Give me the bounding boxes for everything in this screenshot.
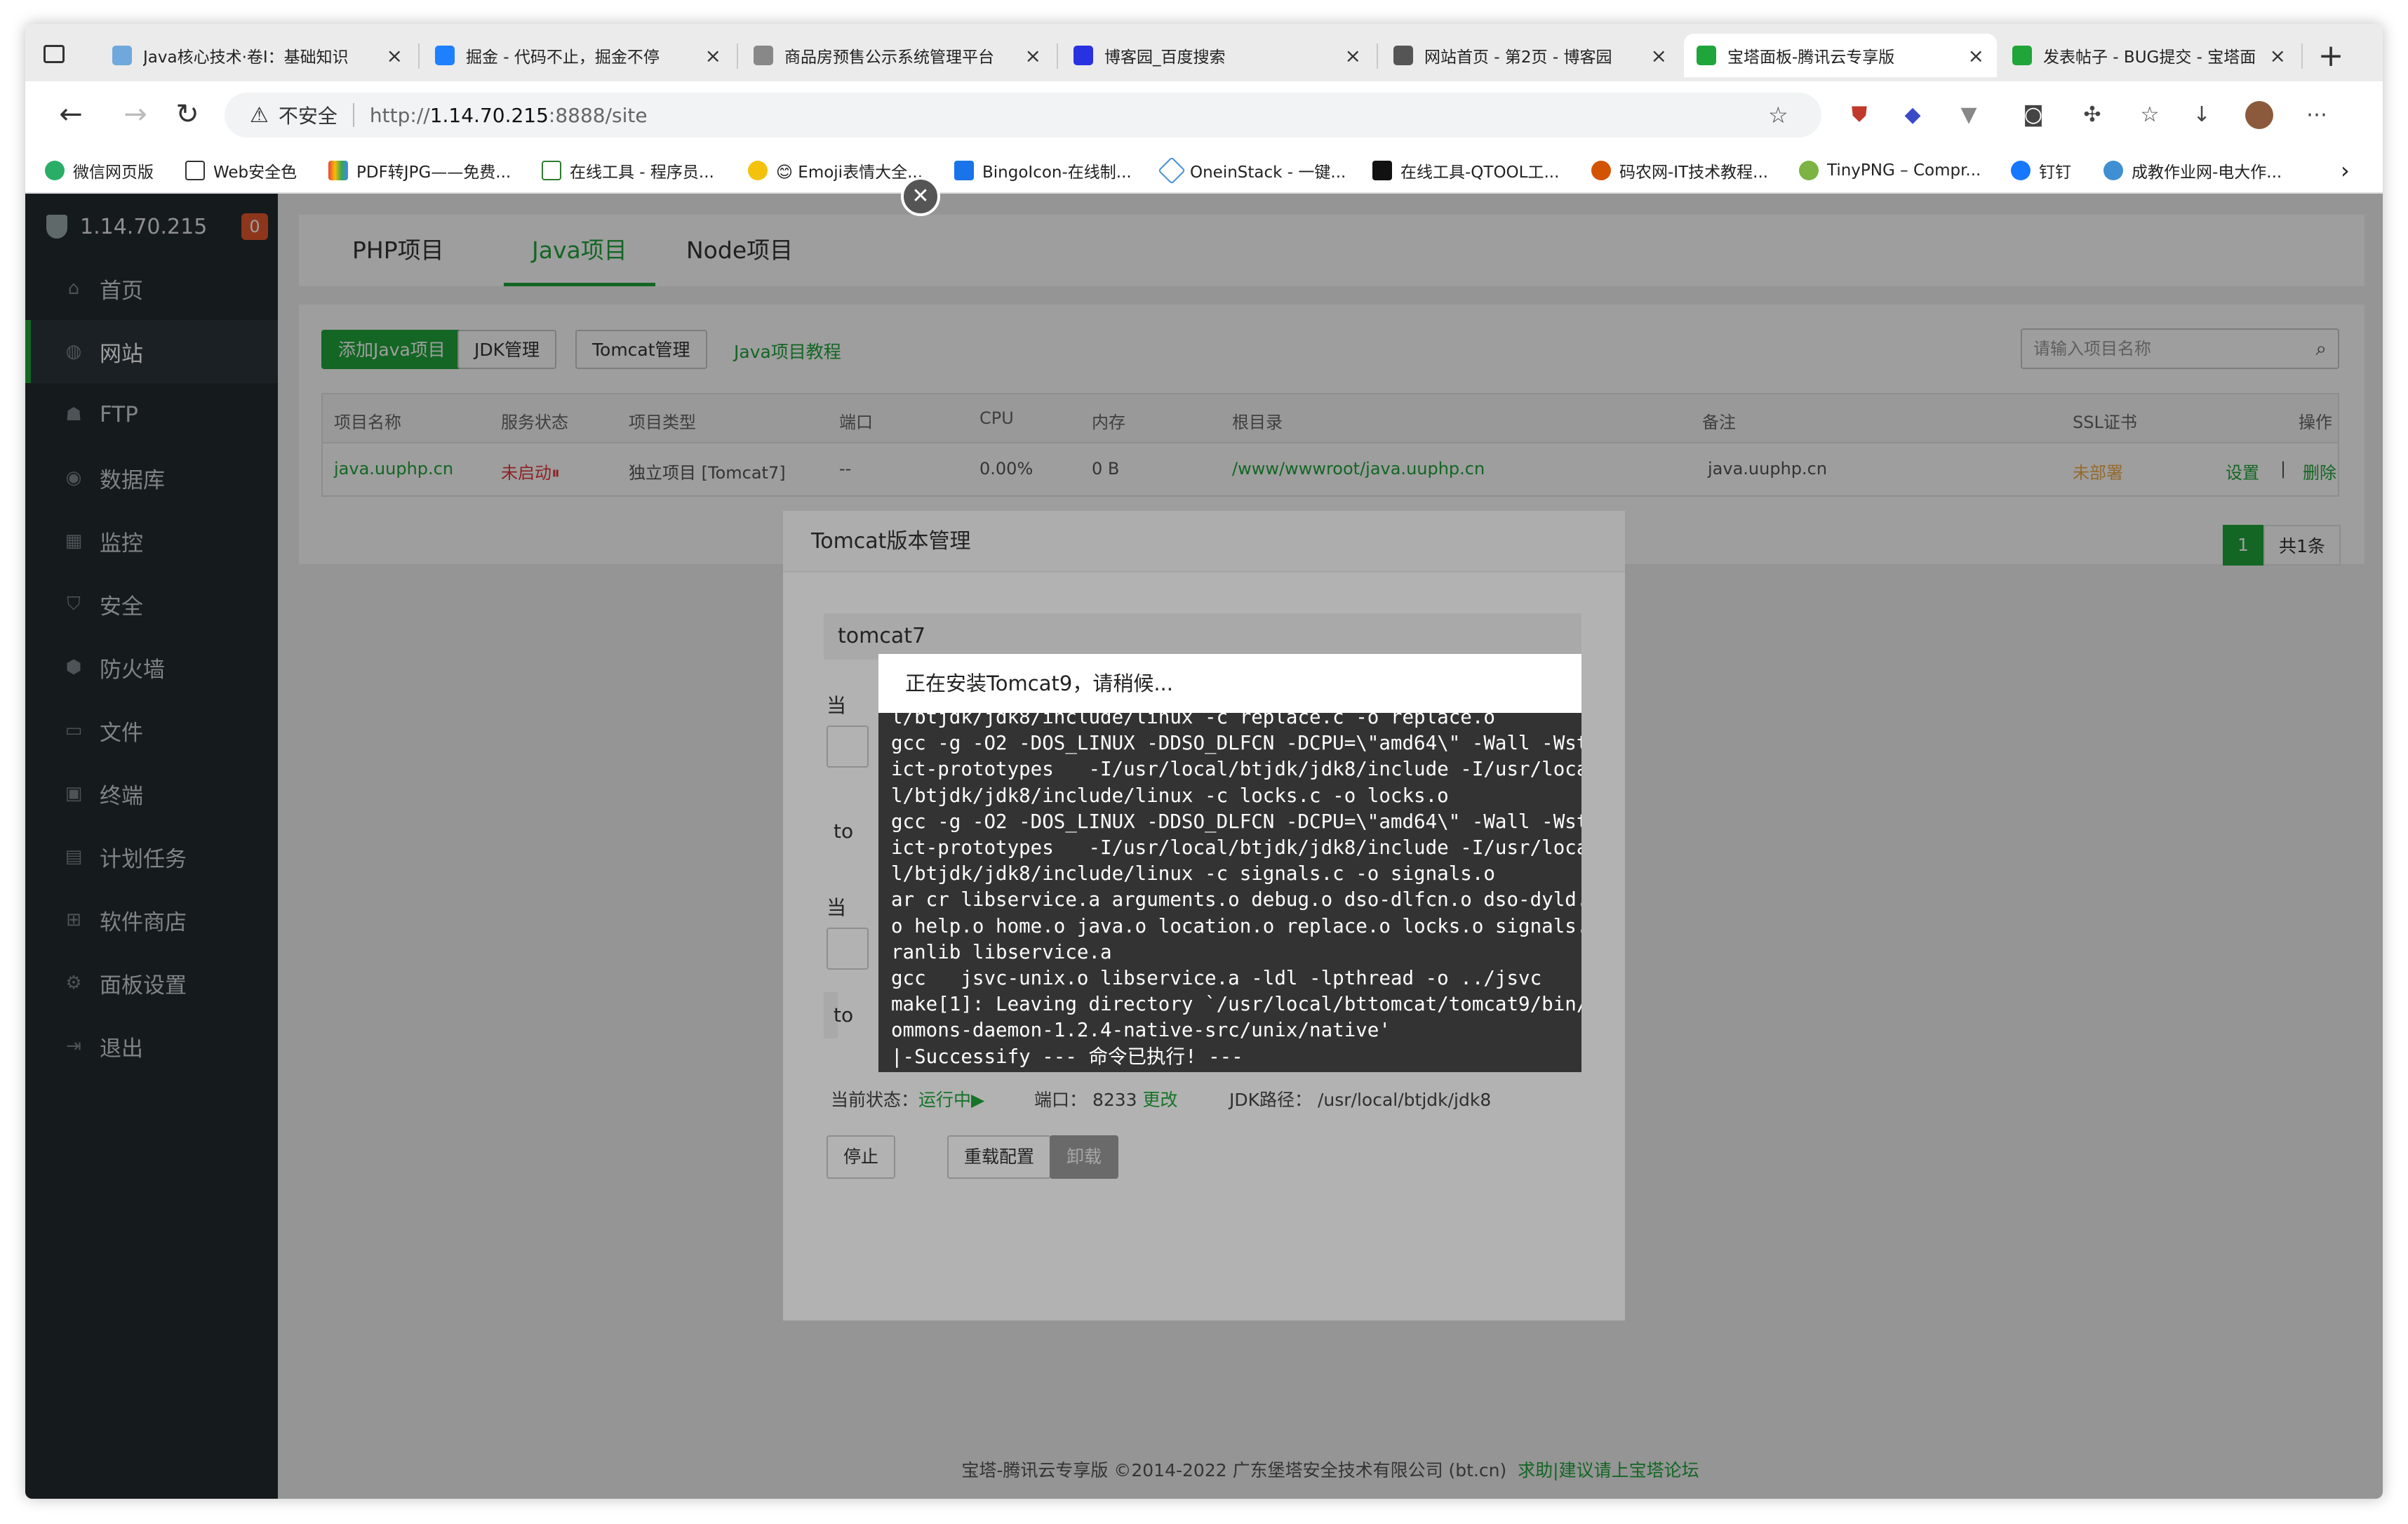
browser-tab-0[interactable]: Java核心技术·卷I：基础知识 ×	[100, 34, 415, 77]
close-icon[interactable]: ×	[387, 44, 403, 67]
warning-icon: ⚠	[250, 102, 269, 128]
extensions-puzzle-icon[interactable]: ✣	[2078, 101, 2106, 129]
address-bar[interactable]: ⚠ 不安全 http://1.14.70.215:8888/site ☆	[225, 93, 1821, 138]
codernet-icon	[1591, 161, 1611, 180]
security-label[interactable]: 不安全	[279, 101, 337, 129]
close-icon[interactable]: ×	[1968, 44, 1984, 67]
browser-tab-1[interactable]: 掘金 - 代码不止，掘金不停 ×	[422, 34, 734, 77]
add-favorite-icon[interactable]: ☆	[1768, 102, 1788, 128]
close-icon[interactable]: ×	[1345, 44, 1361, 67]
more-menu-icon[interactable]: ⋯	[2303, 101, 2331, 129]
vue-devtools-icon[interactable]: ▼	[1955, 101, 1983, 129]
tab-divider	[418, 44, 420, 69]
favorites-icon[interactable]: ☆	[2136, 101, 2164, 129]
tab-divider	[737, 44, 738, 69]
qtool-icon	[1372, 161, 1392, 180]
oneinstack-icon	[1158, 156, 1186, 185]
url-host: 1.14.70.215	[429, 103, 549, 127]
back-icon[interactable]: ←	[53, 97, 88, 132]
panel-page: 1.14.70.215 0 ⌂ 首页 ◍ 网站 ☗ FTP ◉ 数据库 ▦ 监控 ⛉ 安全 …	[25, 177, 2383, 1499]
bookmark-item[interactable]: 成教作业网-电大作...	[2103, 157, 2282, 184]
bookmark-item[interactable]: 在线工具 - 程序员...	[542, 157, 714, 184]
address-toolbar: ← → ↻ ⚠ 不安全 http://1.14.70.215:8888/site…	[25, 81, 2383, 147]
tab-favicon	[754, 46, 773, 65]
ublock-extension-icon[interactable]: ⛊	[1845, 101, 1873, 129]
tab-strip: Java核心技术·卷I：基础知识 × 掘金 - 代码不止，掘金不停 × 商品房预售公…	[25, 24, 2383, 81]
tab-actions-icon[interactable]	[44, 45, 65, 63]
bookmark-item[interactable]: OneinStack - 一键...	[1158, 156, 1346, 185]
bookmarks-overflow-icon[interactable]: ›	[2341, 157, 2350, 184]
homework-icon	[2103, 161, 2123, 180]
profile-avatar[interactable]	[2245, 101, 2273, 129]
extension-icon[interactable]: ◙	[2019, 101, 2047, 129]
tab-favicon	[1393, 46, 1413, 65]
tinypng-icon	[1799, 161, 1819, 180]
install-log-text: l/btjdk/jdk8/include/linux -c replace.c …	[891, 713, 1581, 1068]
bookmark-item[interactable]: Web安全色	[185, 157, 297, 184]
install-log-console[interactable]: l/btjdk/jdk8/include/linux -c replace.c …	[878, 713, 1581, 1072]
bookmark-item[interactable]: PDF转JPG——免费...	[328, 157, 511, 184]
reload-icon[interactable]: ↻	[170, 97, 205, 132]
browser-window: Java核心技术·卷I：基础知识 × 掘金 - 代码不止，掘金不停 × 商品房预售公…	[25, 24, 2383, 1499]
new-tab-button[interactable]: +	[2311, 36, 2350, 76]
bookmark-item[interactable]: 微信网页版	[45, 157, 154, 184]
close-icon[interactable]: ×	[2270, 44, 2286, 67]
tab-favicon	[112, 46, 132, 65]
close-icon[interactable]: ×	[1651, 44, 1667, 67]
tool-icon	[542, 161, 561, 180]
browser-tab-3[interactable]: 博客园_百度搜索 ×	[1061, 34, 1374, 77]
close-icon[interactable]: ×	[705, 44, 721, 67]
tab-favicon	[1697, 46, 1716, 65]
url-path: :8888/site	[548, 103, 648, 127]
bookmarks-bar: 微信网页版 Web安全色 PDF转JPG——免费... 在线工具 - 程序员..…	[25, 147, 2383, 194]
bingoicon-icon	[954, 161, 974, 180]
extension-badge-icon[interactable]: ◆	[1899, 101, 1927, 129]
browser-tab-4[interactable]: 网站首页 - 第2页 - 博客园 ×	[1381, 34, 1680, 77]
bookmark-item[interactable]: TinyPNG – Compr...	[1799, 157, 1981, 184]
bookmark-item[interactable]: BingoIcon-在线制...	[954, 157, 1132, 184]
dingtalk-icon	[2011, 161, 2031, 180]
address-divider	[352, 103, 354, 127]
tab-divider	[1377, 44, 1378, 69]
tab-divider	[1057, 44, 1058, 69]
download-icon[interactable]: ↓	[2188, 101, 2216, 129]
bookmark-item[interactable]: 码农网-IT技术教程...	[1591, 157, 1768, 184]
browser-tab-2[interactable]: 商品房预售公示系统管理平台 ×	[741, 34, 1054, 77]
page-icon	[185, 161, 205, 180]
emoji-icon	[748, 161, 768, 180]
install-progress-title: 正在安装Tomcat9，请稍候...	[878, 654, 1581, 713]
close-icon[interactable]: ×	[1025, 44, 1041, 67]
bookmark-item[interactable]: 😊 Emoji表情大全...	[748, 157, 923, 184]
url-prefix: http://	[369, 103, 430, 127]
bookmark-item[interactable]: 在线工具-QTOOL工...	[1372, 157, 1559, 184]
pdf-icon	[328, 161, 348, 180]
tab-favicon	[435, 46, 455, 65]
close-icon[interactable]: ✕	[901, 177, 940, 216]
forward-icon[interactable]: →	[118, 97, 153, 132]
browser-tab-6[interactable]: 发表帖子 - BUG提交 - 宝塔面 ×	[2000, 34, 2299, 77]
bookmark-item[interactable]: 钉钉	[2011, 157, 2071, 184]
tab-favicon	[1073, 46, 1093, 65]
wechat-icon	[45, 161, 65, 180]
tab-divider	[2301, 44, 2303, 69]
browser-tab-5[interactable]: 宝塔面板-腾讯云专享版 ×	[1684, 34, 1997, 77]
tab-favicon	[2012, 46, 2032, 65]
